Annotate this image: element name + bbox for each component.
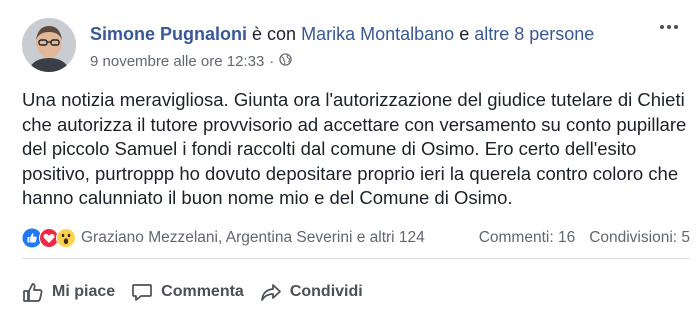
timestamp-link[interactable]: 9 novembre alle ore 12:33 (90, 53, 264, 70)
comment-label: Commenta (161, 283, 244, 300)
globe-icon[interactable] (279, 53, 292, 70)
author-name-link[interactable]: Simone Pugnaloni (90, 24, 247, 44)
like-button[interactable]: Mi piace (22, 281, 115, 303)
and-text: e (459, 24, 470, 44)
engagement-counts: Commenti: 16 Condivisioni: 5 (479, 229, 690, 247)
likers-link[interactable]: Graziano Mezzelani, Argentina Severini e… (81, 229, 479, 247)
shares-count-link[interactable]: Condivisioni: 5 (589, 229, 690, 247)
post-body-text: Una notizia meravigliosa. Giunta ora l'a… (22, 89, 687, 209)
share-label: Condividi (289, 283, 363, 300)
tagged-person-link[interactable]: Marika Montalbano (301, 24, 454, 44)
wow-reaction-icon (56, 228, 76, 248)
post-header: Simone Pugnaloni è con Marika Montalbano… (22, 18, 682, 78)
reaction-stats-bar: Graziano Mezzelani, Argentina Severini e… (22, 226, 690, 250)
others-link[interactable]: altre 8 persone (474, 24, 594, 44)
facebook-post: Simone Pugnaloni è con Marika Montalbano… (0, 0, 700, 324)
reaction-icons[interactable] (22, 228, 76, 248)
avatar[interactable] (22, 18, 76, 72)
like-label: Mi piace (52, 283, 116, 300)
more-options-icon[interactable] (658, 22, 678, 32)
with-text: è con (252, 24, 297, 44)
share-icon (260, 284, 281, 301)
share-button[interactable]: Condividi (260, 281, 363, 303)
post-title-line: Simone Pugnaloni è con Marika Montalbano… (90, 24, 594, 45)
divider (22, 258, 690, 259)
thumbs-up-icon (23, 283, 43, 302)
post-actions: Mi piace Commenta Condividi (22, 272, 363, 312)
post-meta: 9 novembre alle ore 12:33 · (90, 53, 292, 70)
comment-icon (132, 284, 152, 301)
comments-count-link[interactable]: Commenti: 16 (479, 229, 575, 247)
comment-button[interactable]: Commenta (131, 281, 244, 303)
meta-separator: · (269, 53, 275, 70)
